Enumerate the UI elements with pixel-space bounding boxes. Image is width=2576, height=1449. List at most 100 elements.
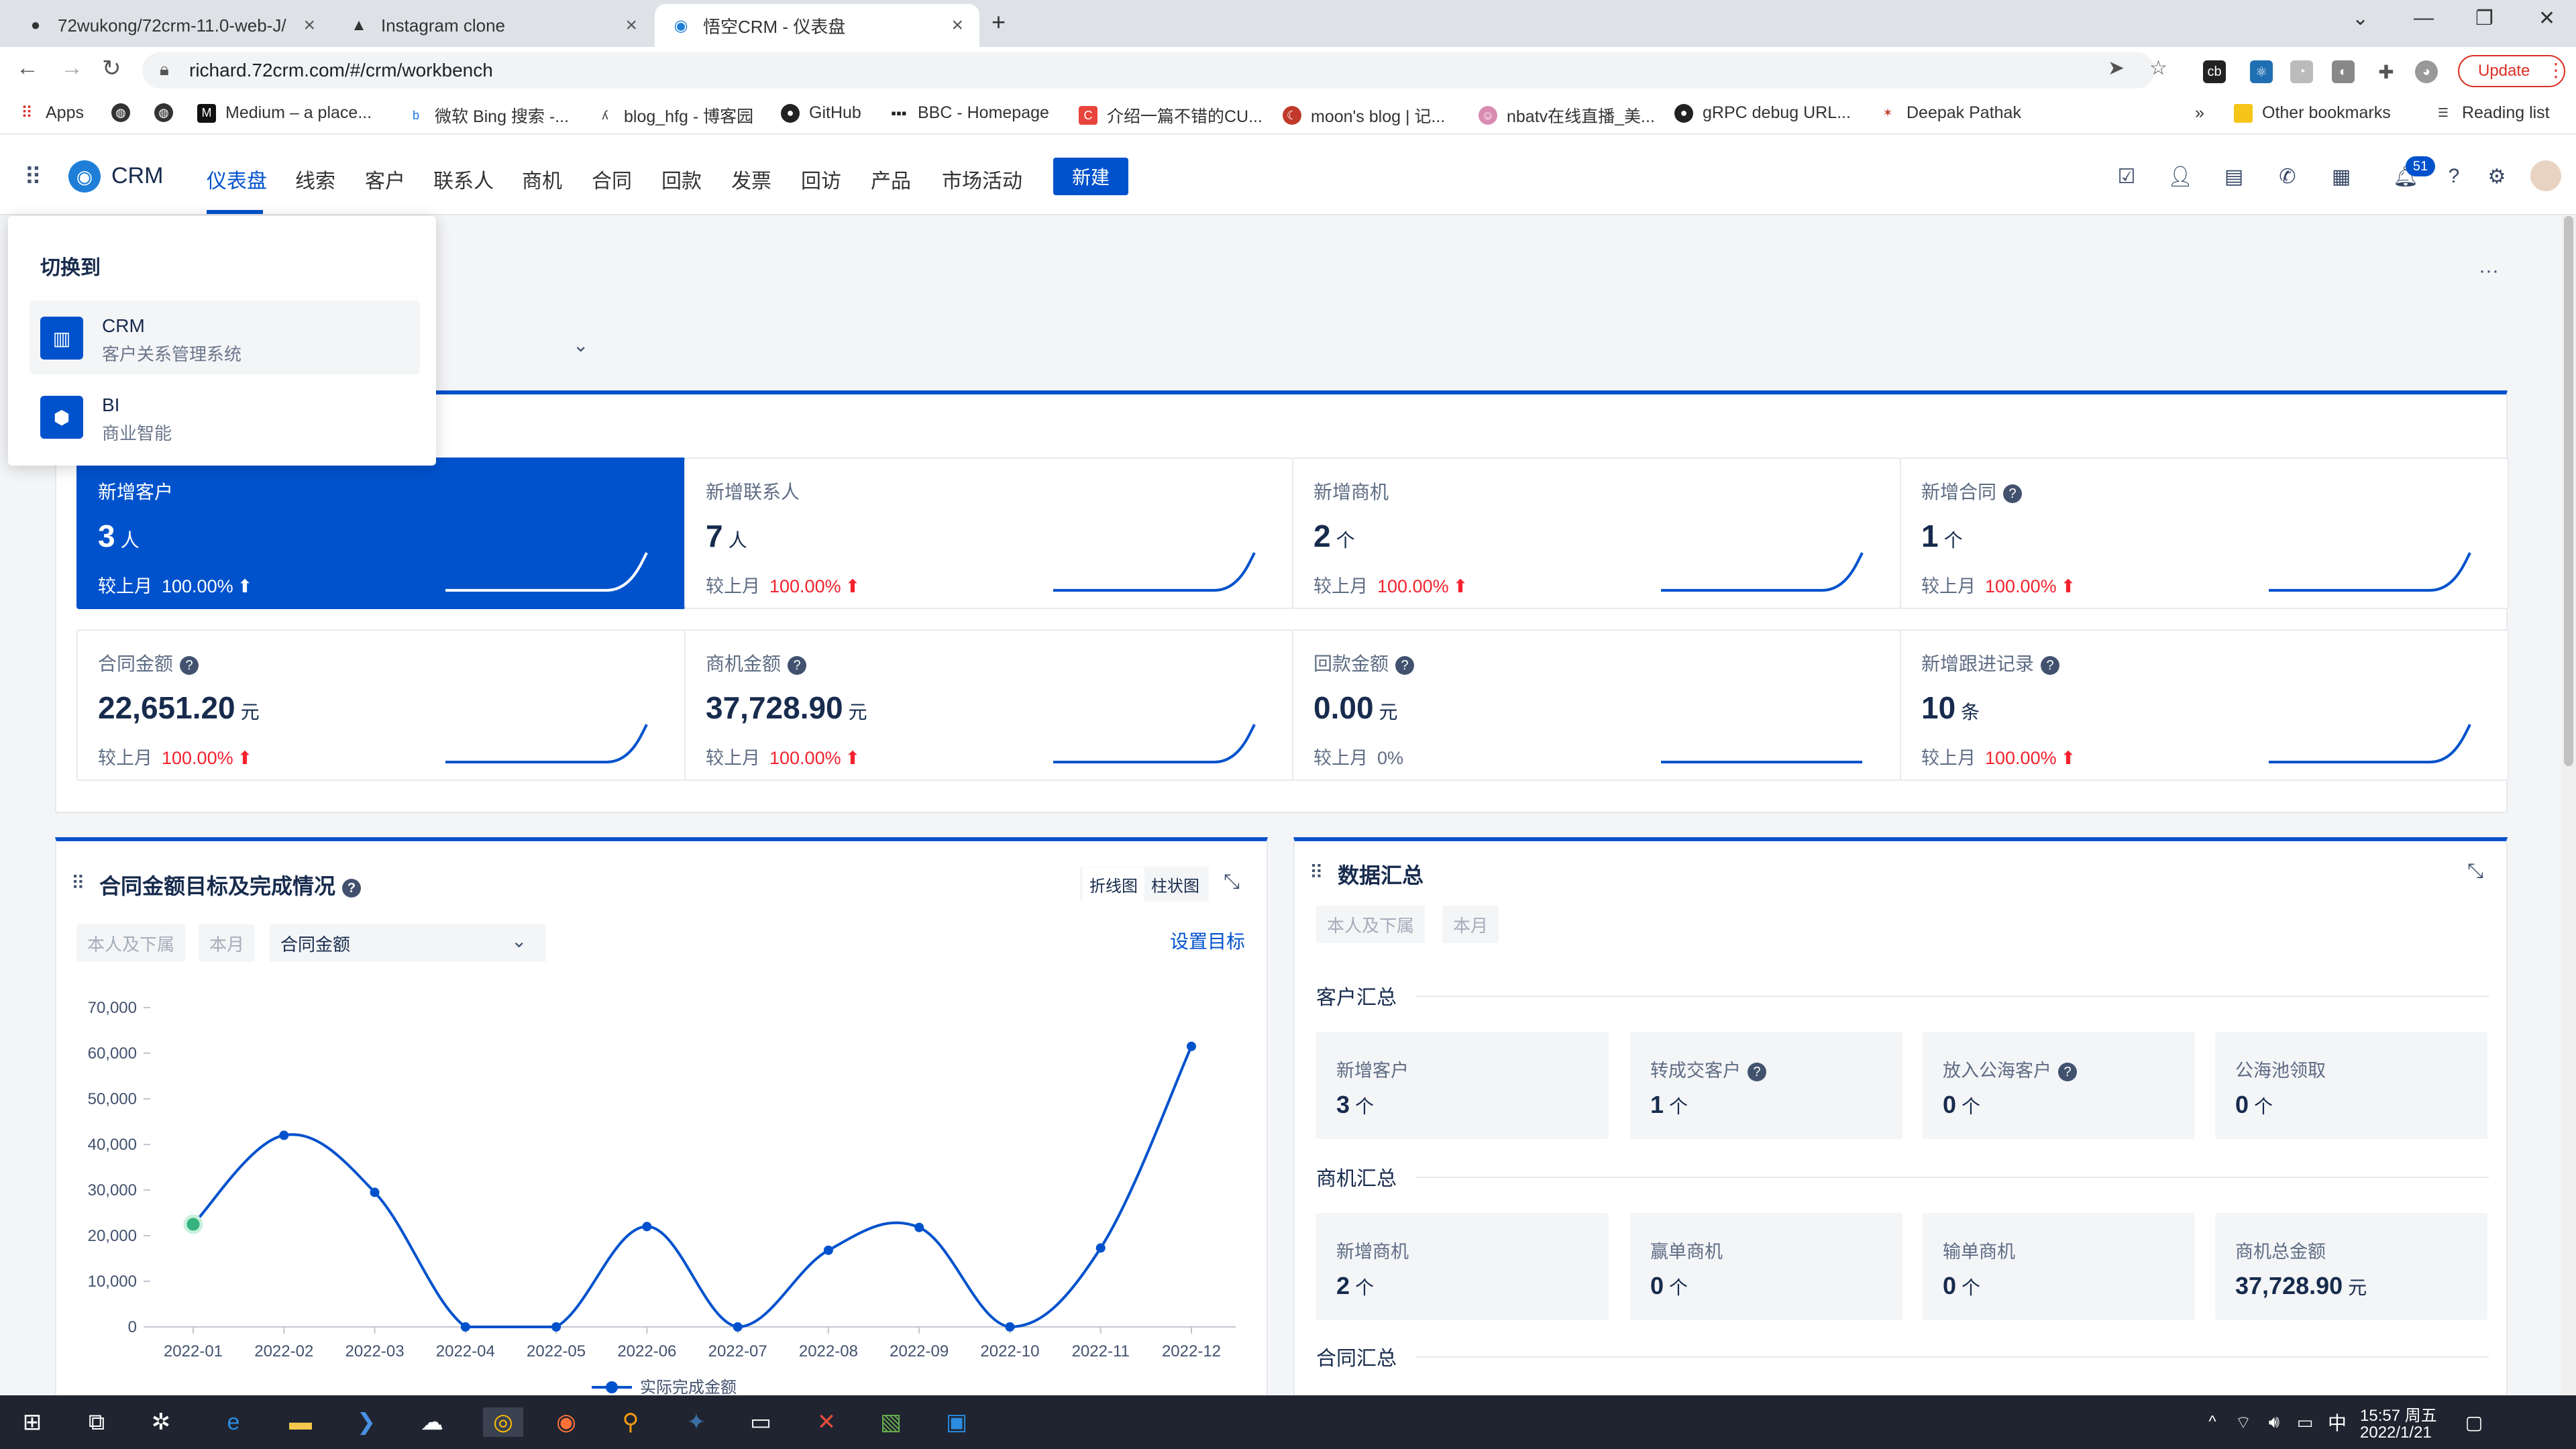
star-icon[interactable]: ☆ xyxy=(2149,56,2167,80)
app-icon[interactable]: ☁ xyxy=(417,1407,447,1437)
nav-dashboard[interactable]: 仪表盘 xyxy=(207,164,267,194)
bookmark-item[interactable]: ◍ xyxy=(154,103,182,122)
bookmark-item[interactable]: C 介绍一篇不错的CU... xyxy=(1079,103,1263,127)
profile-icon[interactable]: ◕ xyxy=(2415,60,2438,83)
app-icon[interactable]: ✦ xyxy=(682,1407,711,1437)
user-icon[interactable]: 👤︎ xyxy=(2167,164,2193,189)
nav-leads[interactable]: 线索 xyxy=(295,164,335,194)
bookmark-item[interactable]: ▪▪▪ BBC - Homepage xyxy=(890,103,1049,123)
scope-filter[interactable]: 本人及下属 xyxy=(1316,906,1426,943)
help-icon[interactable]: ? xyxy=(788,655,807,675)
drag-handle-icon[interactable]: ⠿ xyxy=(1309,861,1324,883)
react-extension-icon[interactable]: ⚛ xyxy=(2250,60,2273,83)
update-button[interactable]: Update ⋮ xyxy=(2458,55,2565,87)
network-icon[interactable]: ⌔ xyxy=(2229,1407,2258,1437)
phone-icon[interactable]: ✆ xyxy=(2275,164,2300,189)
file-explorer-icon[interactable]: ▬ xyxy=(286,1407,315,1437)
bookmark-item[interactable]: ✶ Deepak Pathak xyxy=(1878,103,2021,123)
help-icon[interactable]: ? xyxy=(342,878,362,898)
settings-icon[interactable]: ⚙ xyxy=(2485,164,2509,189)
stat-card[interactable]: 新增跟进记录? 10 条较上月 100.00% ⬆ xyxy=(1900,629,2509,781)
switch-crm[interactable]: ▥ CRM 客户关系管理系统 xyxy=(30,301,420,374)
bookmark-item[interactable]: ʎ blog_hfg - 博客园 xyxy=(596,103,754,127)
windows-start-icon[interactable]: ⊞ xyxy=(17,1407,47,1437)
summary-box[interactable]: 新增商机 2 个 xyxy=(1316,1213,1609,1320)
scrollbar-thumb[interactable] xyxy=(2564,216,2573,766)
minimize-icon[interactable]: — xyxy=(2414,7,2434,30)
maximize-icon[interactable]: ❐ xyxy=(2475,7,2493,30)
bookmark-item[interactable]: ● GitHub xyxy=(781,103,861,123)
nav-customers[interactable]: 客户 xyxy=(365,164,405,194)
toggle-line[interactable]: 折线图 xyxy=(1083,867,1144,902)
stat-card[interactable]: 新增合同? 1 个较上月 100.00% ⬆ xyxy=(1900,458,2509,609)
app-icon[interactable]: ▣ xyxy=(942,1407,971,1437)
bookmark-item[interactable]: ☺ nbatv在线直播_美... xyxy=(1479,103,1655,127)
reading-list[interactable]: ☰ Reading list xyxy=(2434,103,2550,123)
firefox-icon[interactable]: ◉ xyxy=(551,1407,581,1437)
bookmark-item[interactable]: M Medium – a place... xyxy=(197,103,372,123)
new-tab-icon[interactable]: + xyxy=(991,8,1006,36)
task-icon[interactable]: ☑ xyxy=(2114,164,2139,189)
nav-contracts[interactable]: 合同 xyxy=(592,164,632,194)
help-icon[interactable]: ? xyxy=(2058,1062,2077,1081)
nav-contacts[interactable]: 联系人 xyxy=(433,164,494,194)
nav-receivables[interactable]: 回款 xyxy=(661,164,702,194)
reload-icon[interactable]: ↻ xyxy=(102,55,121,82)
drag-handle-icon[interactable]: ⠿ xyxy=(71,872,85,894)
help-icon[interactable]: ? xyxy=(2003,484,2023,503)
collapse-icon[interactable]: ⤡ xyxy=(2467,860,2483,883)
summary-box[interactable]: 商机总金额 37,728.90 元 xyxy=(2215,1213,2487,1320)
forward-icon[interactable]: → xyxy=(60,55,83,81)
help-icon[interactable]: ? xyxy=(2041,655,2060,675)
summary-box[interactable]: 放入公海客户? 0 个 xyxy=(1923,1032,2195,1139)
tray-chevron-icon[interactable]: ^ xyxy=(2198,1407,2227,1437)
bookmark-item[interactable]: ☾ moon's blog | 记... xyxy=(1283,103,1445,127)
metric-select[interactable]: 合同金额 ⌄ xyxy=(270,924,546,962)
switch-bi[interactable]: ⬢ BI 商业智能 xyxy=(30,380,420,453)
scope-filter[interactable]: 本人及下属 xyxy=(76,924,186,962)
browser-tab-active[interactable]: ◉ 悟空CRM - 仪表盘 × xyxy=(655,4,979,47)
battery-icon[interactable]: ▭ xyxy=(2290,1407,2320,1437)
send-icon[interactable]: ➤ xyxy=(2108,56,2125,80)
bookmark-item[interactable]: ◍ xyxy=(111,103,140,122)
close-icon[interactable]: × xyxy=(951,14,963,37)
powershell-icon[interactable]: ❯ xyxy=(352,1407,381,1437)
ime-indicator[interactable]: 中 xyxy=(2322,1407,2352,1437)
app-icon[interactable]: ▭ xyxy=(746,1407,775,1437)
bookmark-item[interactable]: ● gRPC debug URL... xyxy=(1674,103,1851,123)
search-app-icon[interactable]: ⚲ xyxy=(616,1407,645,1437)
nav-visits[interactable]: 回访 xyxy=(801,164,841,194)
help-icon[interactable]: ? xyxy=(1395,655,1415,675)
task-view-icon[interactable]: ⧉ xyxy=(82,1407,111,1437)
summary-box[interactable]: 新增客户 3 个 xyxy=(1316,1032,1609,1139)
clock-time[interactable]: 15:57 周五 xyxy=(2360,1402,2437,1426)
tab-search-icon[interactable]: ⌄ xyxy=(2352,7,2369,30)
stat-card[interactable]: 回款金额? 0.00 元较上月 0% xyxy=(1292,629,1901,781)
new-button[interactable]: 新建 xyxy=(1053,158,1128,195)
summary-box[interactable]: 赢单商机 0 个 xyxy=(1630,1213,1902,1320)
stat-card[interactable]: 新增联系人 7 人较上月 100.00% ⬆ xyxy=(684,458,1293,609)
clock-date[interactable]: 2022/1/21 xyxy=(2360,1424,2432,1442)
app-icon[interactable]: ▧ xyxy=(876,1407,906,1437)
stat-card[interactable]: 合同金额? 22,651.20 元较上月 100.00% ⬆ xyxy=(76,629,686,781)
extension-icon[interactable]: ◔ xyxy=(2290,60,2313,83)
edge-icon[interactable]: e xyxy=(219,1407,248,1437)
period-filter[interactable]: 本月 xyxy=(1442,906,1499,943)
cb-extension-icon[interactable]: cb xyxy=(2203,60,2226,83)
summary-box[interactable]: 转成交客户? 1 个 xyxy=(1630,1032,1902,1139)
avatar[interactable] xyxy=(2530,160,2561,191)
stat-card[interactable]: 新增客户 3 人较上月 100.00% ⬆ xyxy=(76,458,686,609)
browser-tab[interactable]: ● 72wukong/72crm-11.0-web-J/ × xyxy=(9,4,331,47)
browser-tab[interactable]: ▲ Instagram clone × xyxy=(333,4,653,47)
nav-opportunities[interactable]: 商机 xyxy=(522,164,562,194)
bookmark-item[interactable]: b 微软 Bing 搜索 -... xyxy=(407,103,569,127)
address-bar[interactable]: 🔒︎ richard.72crm.com/#/crm/workbench xyxy=(142,52,2155,89)
window-close-icon[interactable]: ✕ xyxy=(2538,7,2555,30)
summary-box[interactable]: 公海池领取 0 个 xyxy=(2215,1032,2487,1139)
scrollbar-track[interactable] xyxy=(2561,216,2576,1395)
app-icon[interactable]: ✕ xyxy=(812,1407,841,1437)
help-icon[interactable]: ? xyxy=(180,655,199,675)
help-icon[interactable]: ? xyxy=(2442,164,2466,189)
nav-products[interactable]: 产品 xyxy=(871,164,911,194)
nav-invoices[interactable]: 发票 xyxy=(731,164,771,194)
